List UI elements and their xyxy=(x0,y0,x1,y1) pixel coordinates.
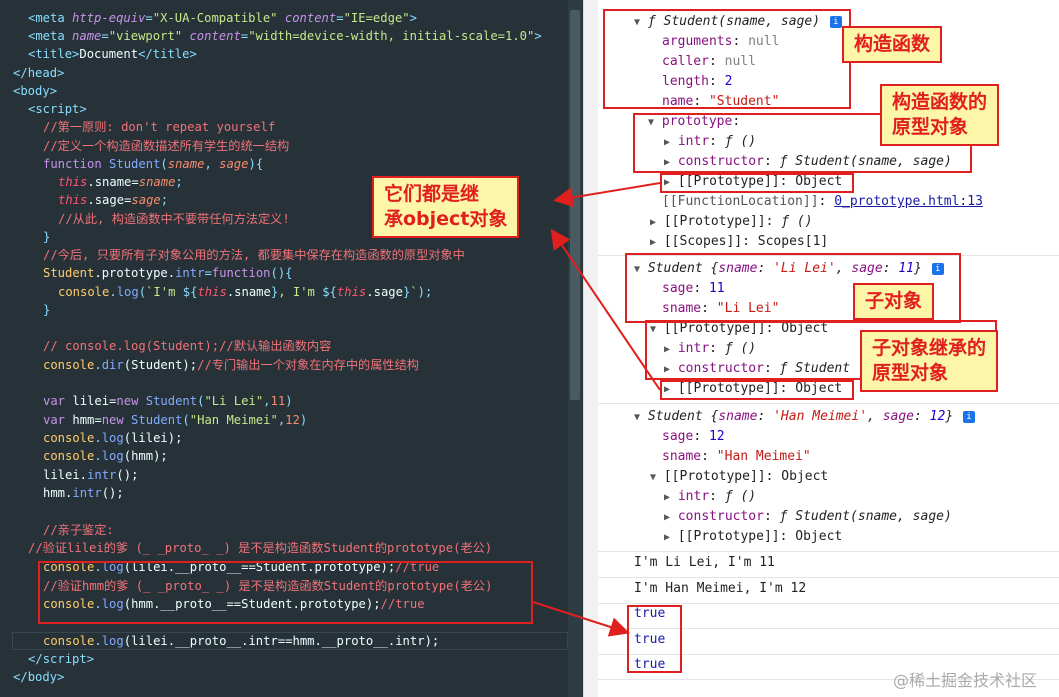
watermark: @稀土掘金技术社区 xyxy=(893,671,1038,690)
label-child-object: 子对象 xyxy=(853,283,935,320)
arrow-line xyxy=(532,601,630,637)
label-inherit-object: 它们都是继 承object对象 xyxy=(372,176,520,238)
label-constructor-function: 构造函数 xyxy=(842,26,943,63)
label-constructor-prototype: 构造函数的 原型对象 xyxy=(880,84,1000,146)
arrow-line xyxy=(553,182,661,208)
arrow-line xyxy=(550,228,661,391)
label-child-prototype: 子对象继承的 原型对象 xyxy=(860,330,999,392)
